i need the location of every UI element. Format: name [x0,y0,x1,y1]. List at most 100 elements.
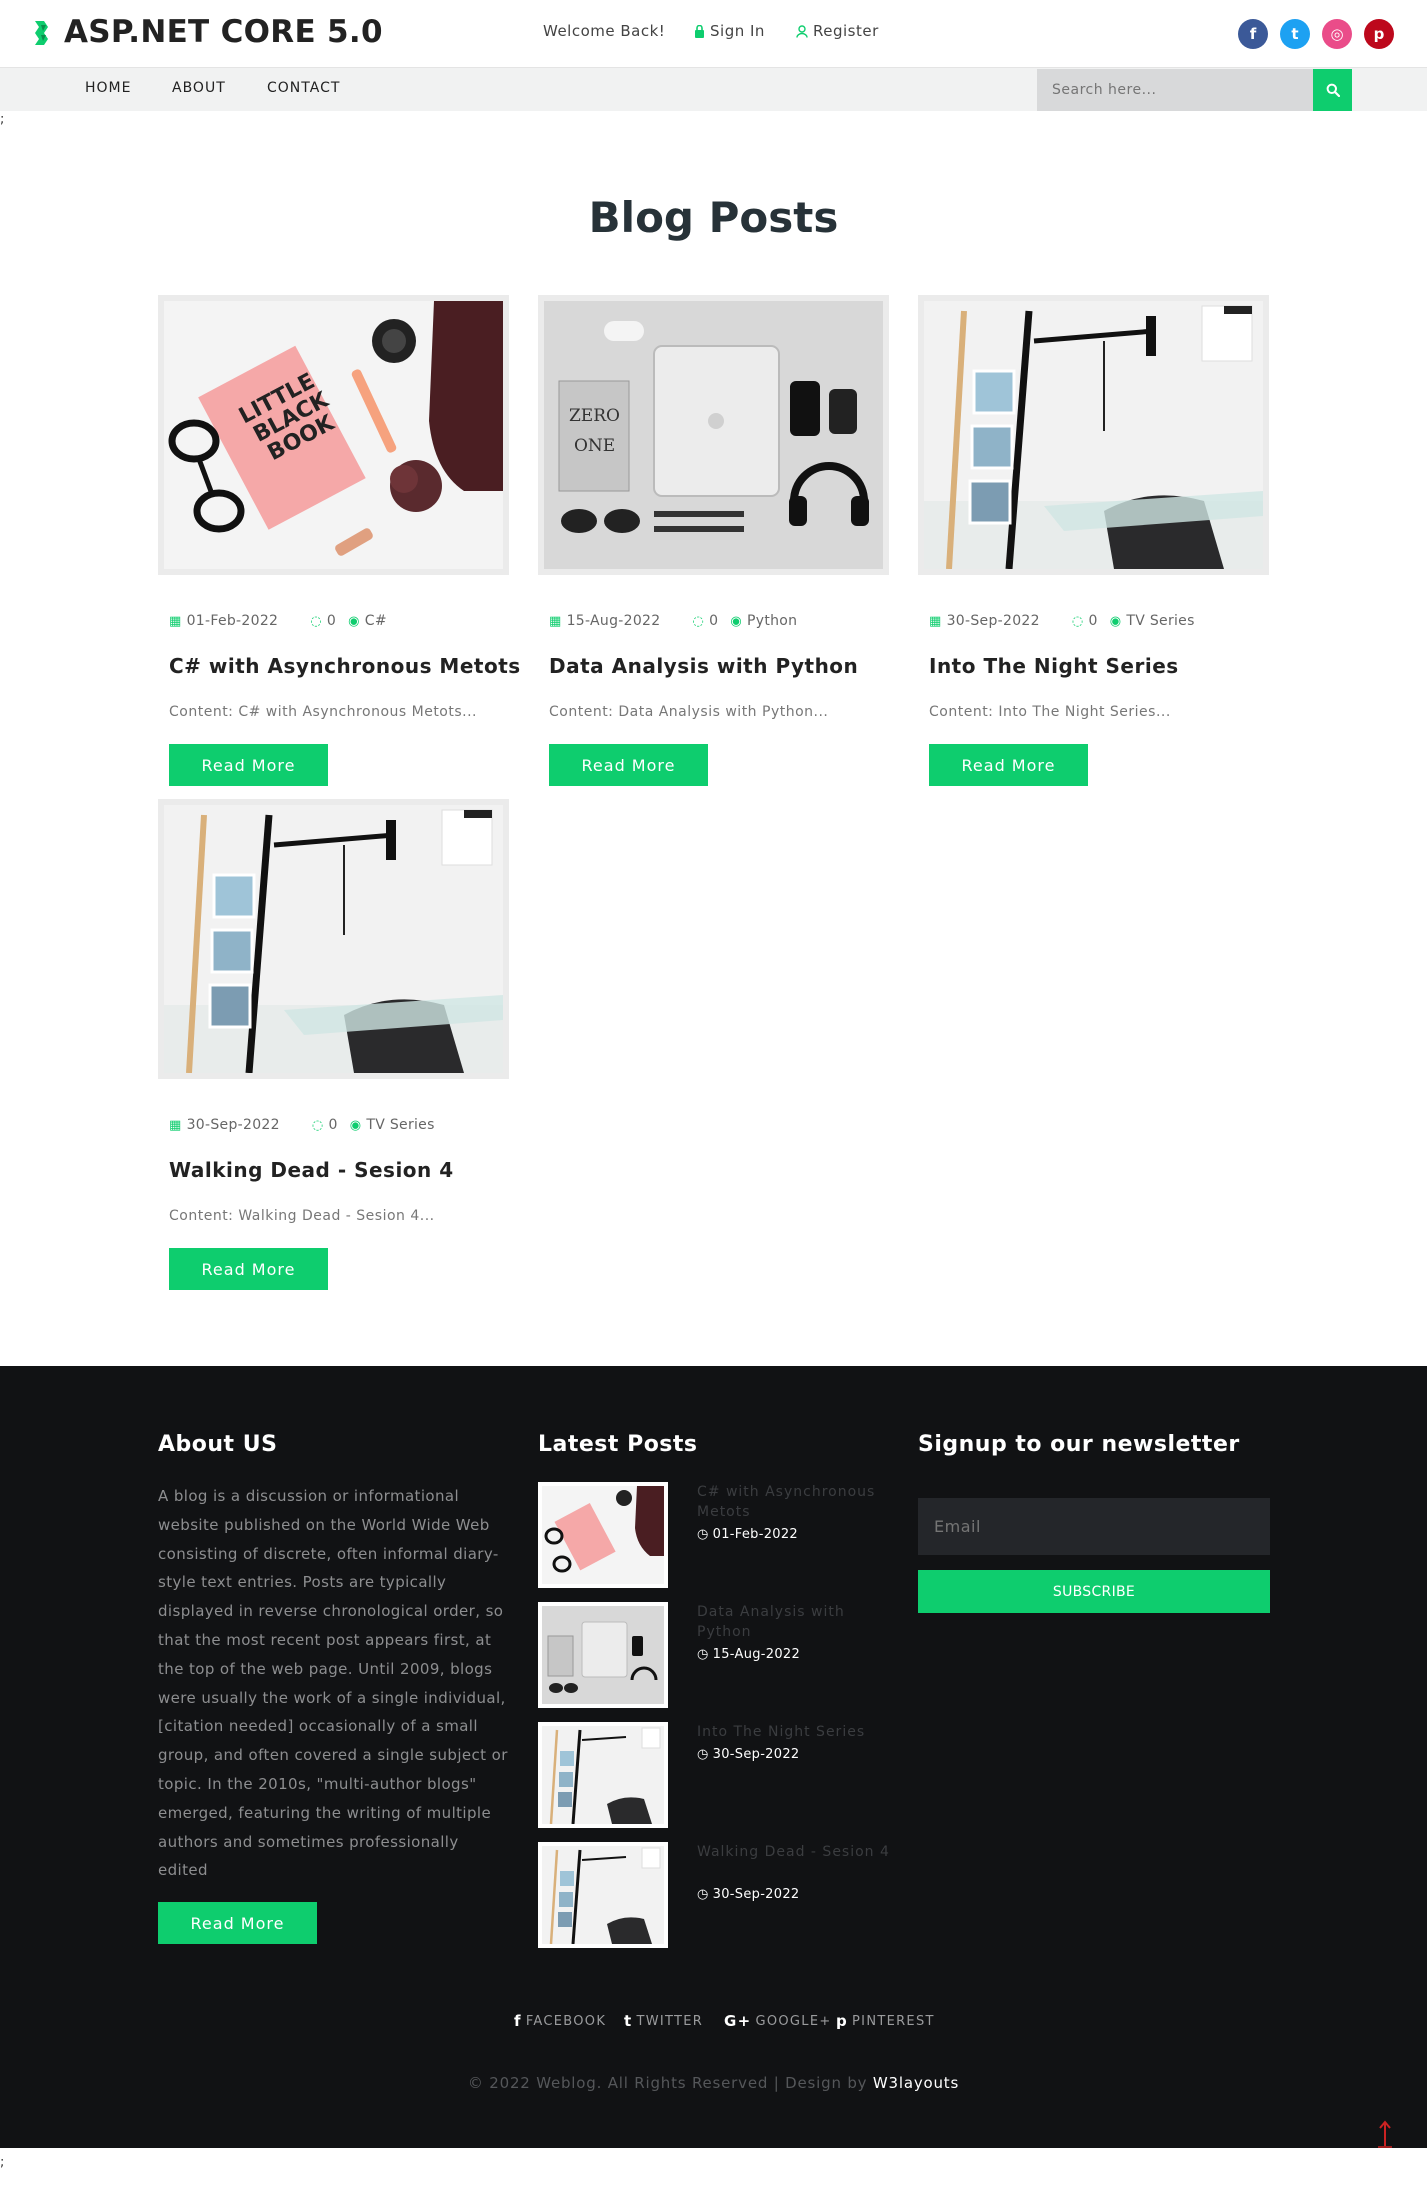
footer-social-label: TWITTER [636,2013,704,2029]
post-image-laptop[interactable]: ZERO ONE [538,295,889,575]
lock-icon [695,24,704,38]
latest-post-title[interactable]: Into The Night Series [697,1722,897,1742]
latest-post-date-text: 30-Sep-2022 [712,1747,800,1762]
calendar-icon: ▦ [169,1117,182,1133]
footer-twitter-link[interactable]: t TWITTER [624,2012,703,2030]
nav-about[interactable]: ABOUT [172,80,226,96]
latest-post-title[interactable]: C# with Asynchronous Metots [697,1482,897,1522]
post-meta: ▦ 30-Sep-2022 ◌ 0 ◉ TV Series [929,613,1195,629]
latest-post-thumb[interactable] [538,1842,668,1948]
post-image-shelf[interactable] [158,799,509,1079]
arrow-up-icon [1378,2120,1392,2148]
footer-googleplus-link[interactable]: G+ GOOGLE+ [724,2012,832,2030]
shelf-thumbnail [542,1846,664,1944]
calendar-icon: ▦ [549,613,562,629]
post-category[interactable]: TV Series [1126,613,1194,629]
top-bar: ASP.NET CORE 5.0 Welcome Back! Sign In R… [0,0,1427,67]
latest-post-title[interactable]: Walking Dead - Sesion 4 [697,1842,897,1862]
post-meta: ▦ 01-Feb-2022 ◌ 0 ◉ C# [169,613,387,629]
comment-icon: ◌ [310,613,322,629]
twitter-icon[interactable]: t [1280,19,1310,49]
post-excerpt: Content: Into The Night Series... [929,704,1171,720]
latest-post-thumb[interactable] [538,1602,668,1708]
facebook-icon[interactable]: f [1238,19,1268,49]
footer-social-label: FACEBOOK [525,2013,607,2029]
brand-logo[interactable]: ASP.NET CORE 5.0 [32,12,383,52]
about-read-more-button[interactable]: Read More [158,1902,317,1944]
dribbble-icon[interactable]: ◎ [1322,19,1352,49]
footer-social-label: GOOGLE+ [755,2013,832,2029]
sign-in-label: Sign In [710,22,765,40]
search-input[interactable] [1037,69,1313,111]
page: ASP.NET CORE 5.0 Welcome Back! Sign In R… [0,0,1427,2185]
post-category[interactable]: Python [747,613,797,629]
comment-icon: ◌ [1071,613,1084,629]
post-meta: ▦ 30-Sep-2022 ◌ 0 ◉ TV Series [169,1117,435,1133]
scroll-to-top-button[interactable] [1365,2120,1405,2148]
stray-text: ; [0,2155,5,2170]
comment-icon: ◌ [692,613,705,629]
nav-contact[interactable]: CONTACT [267,80,340,96]
latest-post-date-text: 01-Feb-2022 [712,1527,798,1542]
subscribe-button[interactable]: SUBSCRIBE [918,1570,1270,1613]
post-title[interactable]: Data Analysis with Python [549,654,858,678]
shelf-thumbnail [542,1726,664,1824]
calendar-icon: ▦ [169,613,182,629]
latest-post-thumb[interactable] [538,1482,668,1588]
footer-pinterest-link[interactable]: p PINTEREST [836,2012,935,2030]
latest-post-item[interactable]: Data Analysis with Python ◷ 15-Aug-2022 [538,1602,898,1708]
latest-post-item[interactable]: C# with Asynchronous Metots ◷ 01-Feb-202… [538,1482,898,1588]
post-image-shelf[interactable] [918,295,1269,575]
brand-text: ASP.NET CORE 5.0 [64,14,383,50]
sign-in-link[interactable]: Sign In [694,22,765,40]
read-more-button[interactable]: Read More [549,744,708,786]
logo-icon [35,21,48,45]
post-date: 15-Aug-2022 [566,613,661,629]
page-title: Blog Posts [588,193,839,242]
latest-post-date: ◷ 30-Sep-2022 [697,1747,799,1762]
post-title[interactable]: Into The Night Series [929,654,1179,678]
twitter-icon: t [624,2012,633,2030]
email-field[interactable] [918,1498,1270,1555]
read-more-button[interactable]: Read More [929,744,1088,786]
latest-post-title[interactable]: Data Analysis with Python [697,1602,897,1642]
latest-post-date-text: 15-Aug-2022 [712,1647,801,1662]
svg-text:ZERO: ZERO [569,406,620,426]
post-comments: 0 [709,613,719,629]
latest-post-thumb[interactable] [538,1722,668,1828]
post-date: 30-Sep-2022 [946,613,1040,629]
pinterest-icon[interactable]: p [1364,19,1394,49]
post-title[interactable]: Walking Dead - Sesion 4 [169,1158,454,1182]
user-icon [796,24,808,38]
footer-facebook-link[interactable]: f FACEBOOK [514,2012,606,2030]
facebook-icon: f [514,2012,522,2030]
clock-icon: ◷ [697,1527,709,1542]
google-plus-icon: G+ [724,2012,752,2030]
welcome-text: Welcome Back! [543,22,666,40]
eye-icon: ◉ [349,1117,362,1133]
read-more-button[interactable]: Read More [169,744,328,786]
eye-icon: ◉ [730,613,743,629]
nav-home[interactable]: HOME [85,80,131,96]
post-date: 30-Sep-2022 [186,1117,280,1133]
footer: About US A blog is a discussion or infor… [0,1366,1427,2148]
post-comments: 0 [1088,613,1098,629]
latest-post-item[interactable]: Into The Night Series ◷ 30-Sep-2022 [538,1722,898,1828]
stray-text: ; [0,112,5,127]
designer-link[interactable]: W3layouts [873,2074,959,2092]
calendar-icon: ▦ [929,613,942,629]
clock-icon: ◷ [697,1647,709,1662]
search-button[interactable] [1313,69,1352,111]
post-title[interactable]: C# with Asynchronous Metots [169,654,521,678]
post-excerpt: Content: Data Analysis with Python... [549,704,829,720]
post-image-book[interactable]: LITTLE BLACK BOOK [158,295,509,575]
pinterest-icon: p [836,2012,849,2030]
post-category[interactable]: TV Series [366,1117,434,1133]
latest-post-item[interactable]: Walking Dead - Sesion 4 ◷ 30-Sep-2022 [538,1842,898,1948]
ladder-shelf-image [924,301,1263,569]
latest-post-date-text: 30-Sep-2022 [712,1887,800,1902]
register-link[interactable]: Register [796,22,879,40]
about-heading: About US [158,1432,278,1457]
read-more-button[interactable]: Read More [169,1248,328,1290]
post-category[interactable]: C# [365,613,387,629]
